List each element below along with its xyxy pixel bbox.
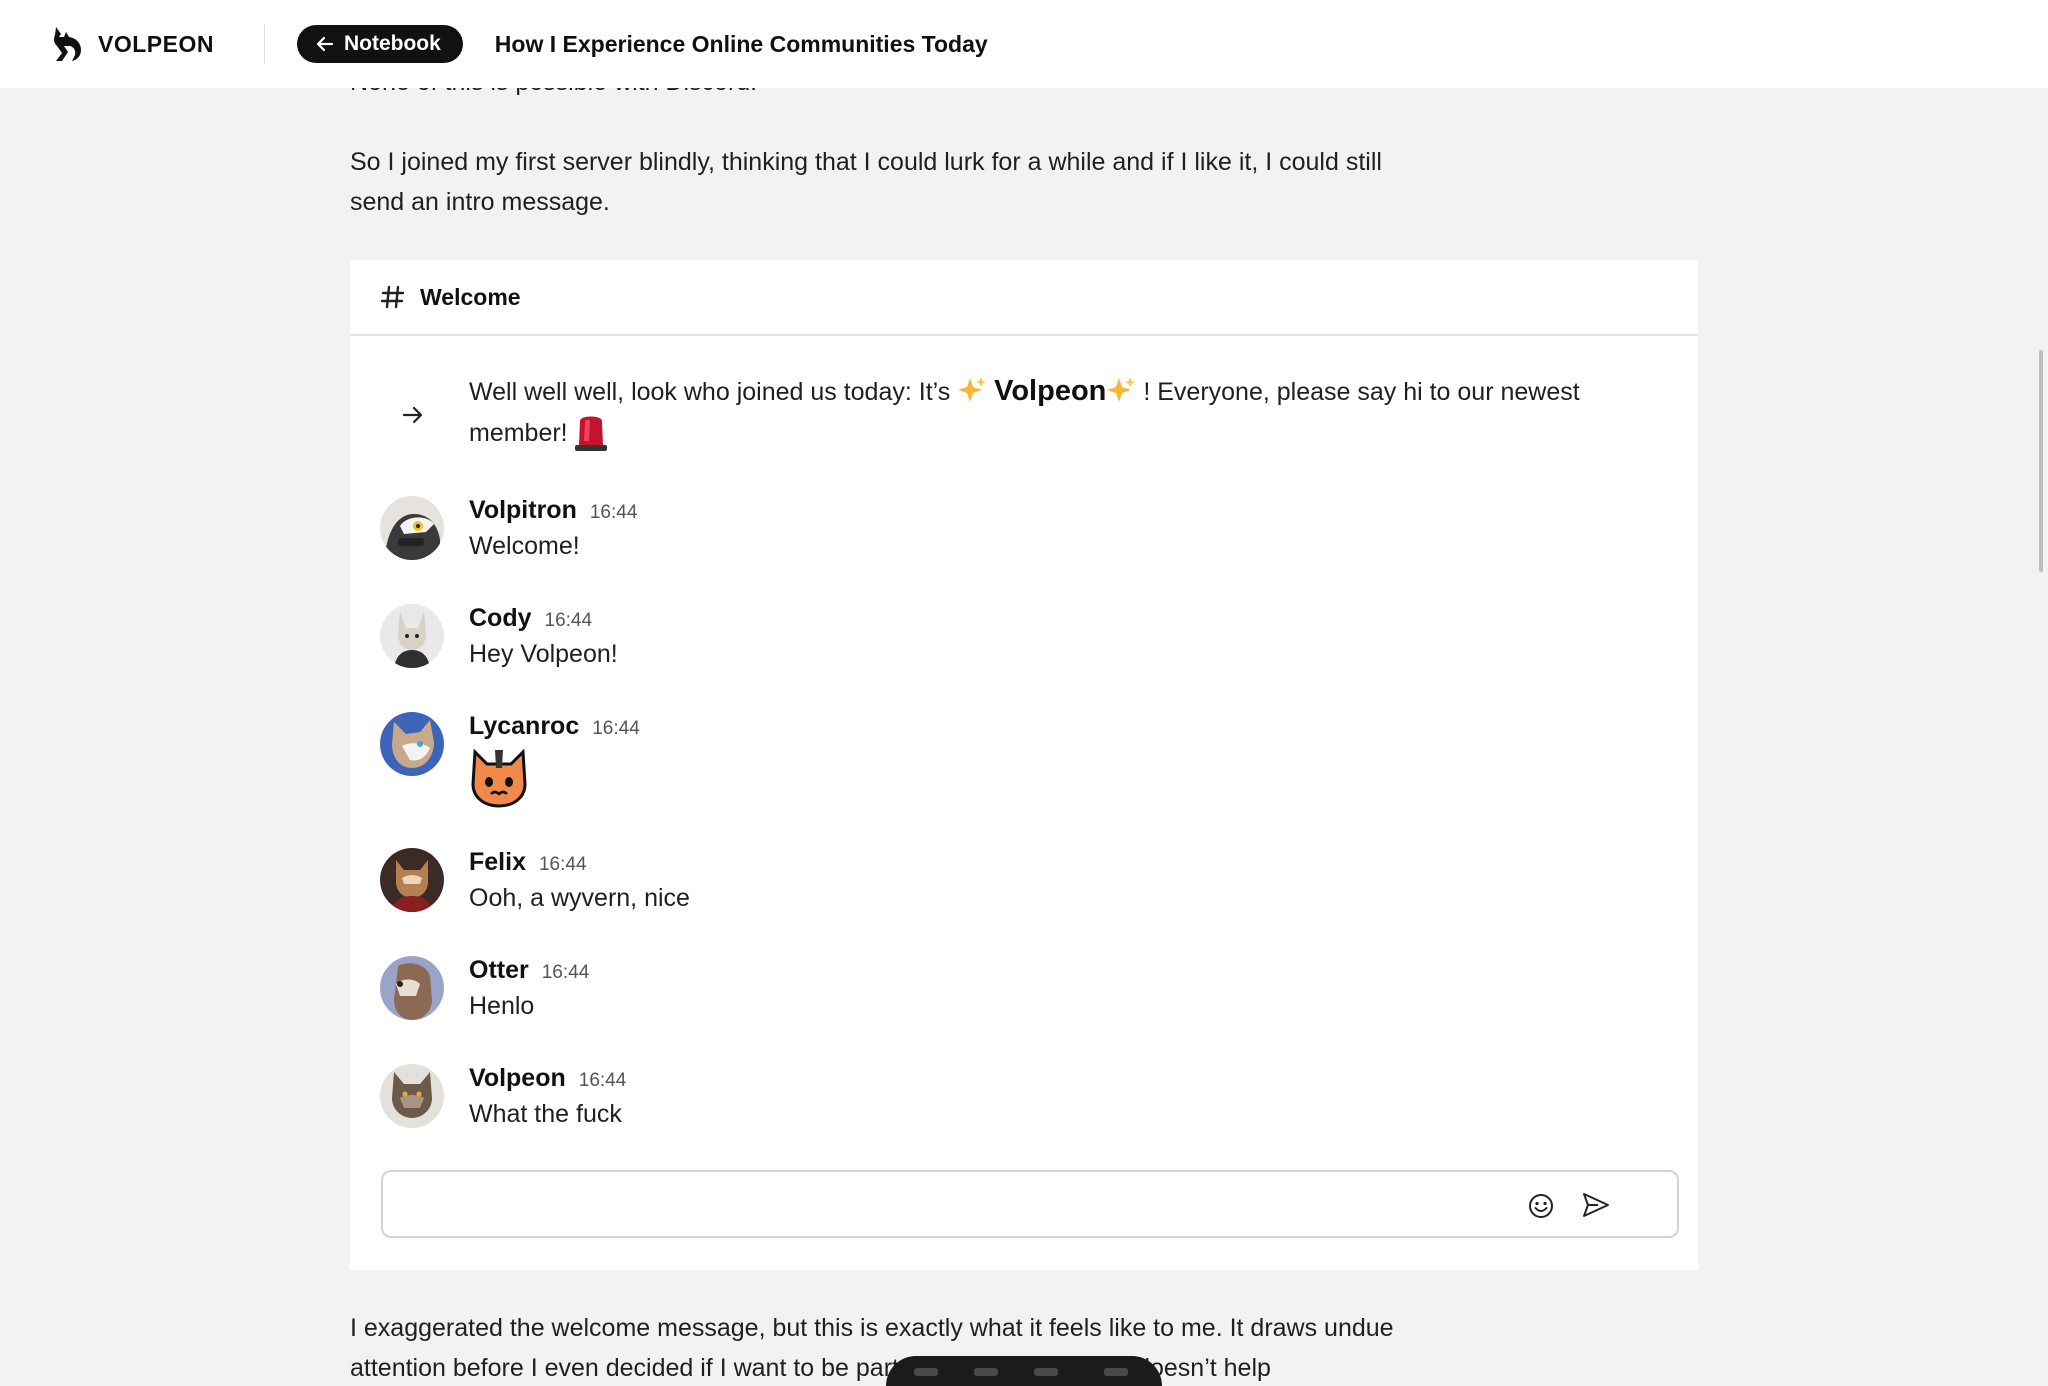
page-scrollbar[interactable] — [2039, 350, 2043, 572]
page-title: How I Experience Online Communities Toda… — [494, 30, 988, 57]
message-text: What the fuck — [469, 1100, 622, 1128]
message-author[interactable]: Felix — [469, 848, 526, 877]
avatar[interactable] — [380, 604, 444, 668]
article-paragraph: So I joined my first server blindly, thi… — [350, 148, 1382, 216]
message-text: Welcome! — [469, 532, 580, 560]
message-author[interactable]: Volpitron — [469, 496, 577, 525]
avatar[interactable] — [380, 956, 444, 1020]
message-author[interactable]: Volpeon — [469, 1064, 566, 1093]
channel-name: Welcome — [420, 283, 521, 310]
brand-home-link[interactable]: VOLPEON — [50, 25, 214, 63]
channel-header: Welcome — [350, 260, 1698, 336]
cat-face-emote — [471, 748, 527, 808]
message-author[interactable]: Cody — [469, 604, 532, 633]
arrow-right-icon — [402, 406, 423, 424]
message-timestamp: 16:44 — [541, 962, 590, 983]
sparkles-emoji — [1107, 377, 1136, 402]
brand-name: VOLPEON — [98, 30, 214, 57]
message-author[interactable]: Lycanroc — [469, 712, 579, 741]
message-author[interactable]: Otter — [469, 956, 529, 985]
message-timestamp: 16:44 — [589, 502, 638, 523]
sparkles-emoji — [958, 377, 987, 402]
message-input[interactable] — [399, 1182, 1539, 1226]
chat-embed: Welcome Well well well, look who joined … — [350, 260, 1698, 1270]
dragon-logo-icon — [53, 27, 81, 61]
message-text: Hey Volpeon! — [469, 640, 618, 668]
avatar[interactable] — [380, 712, 444, 776]
arrow-left-icon — [316, 36, 334, 52]
avatar[interactable] — [380, 1064, 444, 1128]
smiley-icon[interactable] — [1527, 1192, 1555, 1220]
chat-message: Volpeon 16:44 What the fuck — [350, 1064, 1698, 1154]
message-timestamp: 16:44 — [544, 610, 593, 631]
floating-toolbar[interactable] — [886, 1356, 1162, 1386]
chat-message: Otter 16:44 Henlo — [350, 956, 1698, 1046]
system-message-intro: Well well well, look who joined us today… — [469, 378, 958, 406]
highlighted-new-member-name[interactable]: Volpeon — [994, 375, 1106, 407]
message-composer — [381, 1170, 1679, 1238]
chat-message: Lycanroc 16:44 — [350, 712, 1698, 822]
chat-message: Volpitron 16:44 Welcome! — [350, 496, 1698, 586]
message-timestamp: 16:44 — [592, 718, 640, 739]
message-text: Henlo — [469, 992, 535, 1020]
send-icon[interactable] — [1581, 1190, 1611, 1220]
header-divider — [263, 25, 265, 63]
message-text: Ooh, a wyvern, nice — [469, 884, 690, 912]
back-to-notebook-button[interactable]: Notebook — [296, 25, 463, 63]
siren-emoji — [574, 416, 607, 451]
message-timestamp: 16:44 — [578, 1070, 627, 1091]
avatar[interactable] — [380, 848, 444, 912]
chat-message: Cody 16:44 Hey Volpeon! — [350, 604, 1698, 694]
message-timestamp: 16:44 — [538, 854, 587, 875]
top-navigation-bar: VOLPEON Notebook How I Experience Online… — [0, 0, 2048, 88]
chat-message: Felix 16:44 Ooh, a wyvern, nice — [350, 848, 1698, 938]
hash-icon — [380, 285, 405, 309]
back-button-label: Notebook — [343, 32, 441, 55]
system-message-text: Well well well, look who joined us today… — [469, 372, 1649, 452]
avatar[interactable] — [380, 496, 444, 560]
